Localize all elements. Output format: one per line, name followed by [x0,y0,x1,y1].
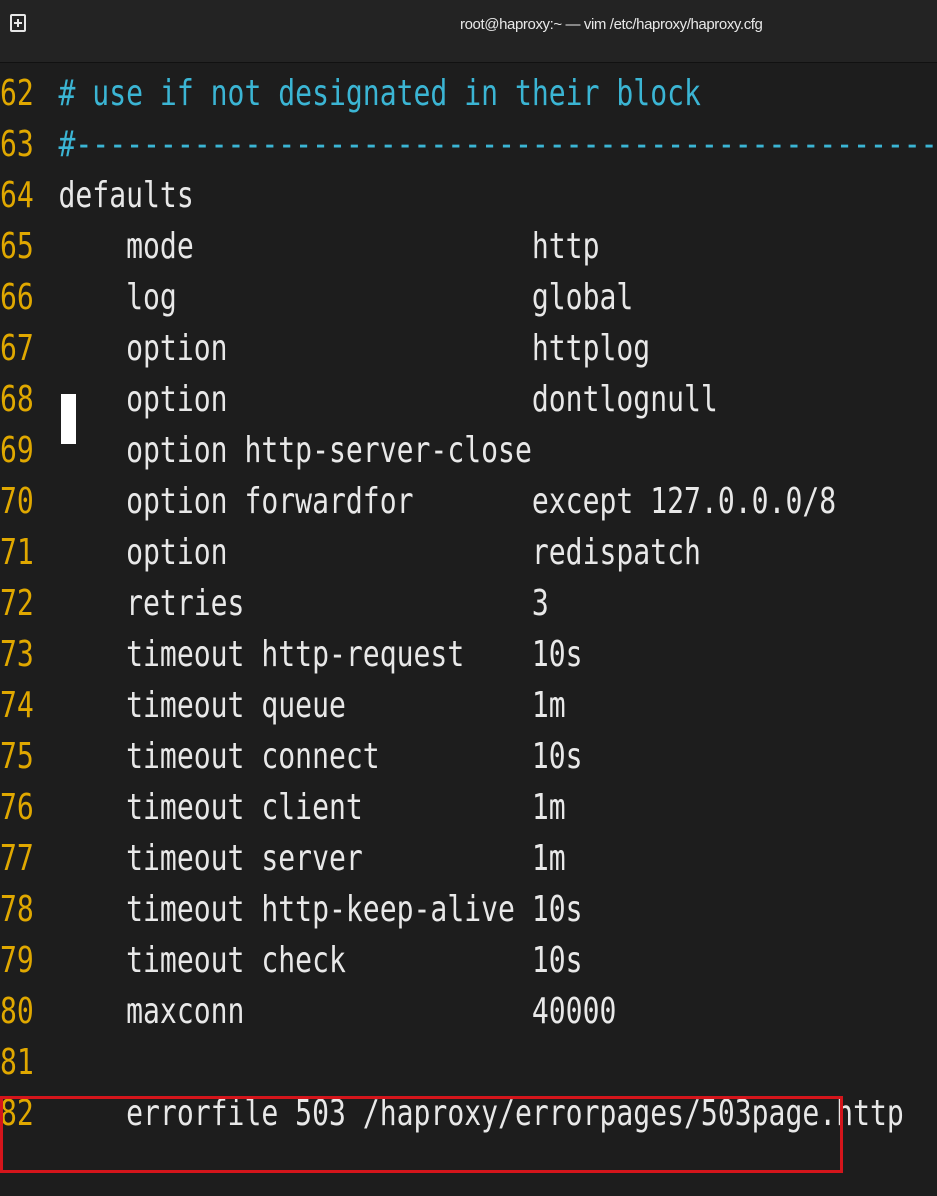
line-text: #---------------------------------------… [58,124,937,165]
line-text: option dontlognull [58,379,718,420]
line-number: 81 [0,1042,34,1083]
editor-line: 65 mode http [0,221,731,272]
editor-line: 81 [0,1037,731,1088]
editor-line: 66 log global [0,272,731,323]
title-bar: root@haproxy:~ — vim /etc/haproxy/haprox… [0,0,937,63]
editor-line: 71 option redispatch [0,527,731,578]
line-text: timeout queue 1m [58,685,566,726]
line-number: 79 [0,940,34,981]
line-number: 65 [0,226,34,267]
line-number: 63 [0,124,34,165]
line-text: timeout http-request 10s [58,634,583,675]
window-title: root@haproxy:~ — vim /etc/haproxy/haprox… [460,16,763,33]
editor-line: 62 # use if not designated in their block [0,68,731,119]
line-number: 77 [0,838,34,879]
editor-line: 67 option httplog [0,323,731,374]
line-number: 80 [0,991,34,1032]
line-number: 74 [0,685,34,726]
line-text: retries 3 [58,583,549,624]
line-text: maxconn 40000 [58,991,617,1032]
line-number: 67 [0,328,34,369]
line-text: timeout http-keep-alive 10s [58,889,583,930]
line-number: 68 [0,379,34,420]
line-number: 72 [0,583,34,624]
vim-editor[interactable]: 62 # use if not designated in their block… [0,68,937,1196]
line-text: timeout connect 10s [58,736,583,777]
editor-line: 69 option http-server-close [0,425,731,476]
line-text: option redispatch [58,532,701,573]
new-tab-icon[interactable] [10,14,26,32]
editor-line: 72 retries 3 [0,578,731,629]
line-number: 76 [0,787,34,828]
line-number: 71 [0,532,34,573]
editor-line: 76 timeout client 1m [0,782,731,833]
editor-line: 70 option forwardfor except 127.0.0.0/8 [0,476,836,527]
line-text: # use if not designated in their block [58,73,701,114]
line-text: timeout client 1m [58,787,566,828]
editor-line: 73 timeout http-request 10s [0,629,731,680]
line-number: 69 [0,430,34,471]
editor-line: 63 #-------------------------------------… [0,119,937,170]
line-number: 73 [0,634,34,675]
line-text: option http-server-close [58,430,532,471]
line-text: option forwardfor except 127.0.0.0/8 [58,481,837,522]
editor-line: 82 errorfile 503 /haproxy/errorpages/503… [0,1088,904,1139]
editor-line: 78 timeout http-keep-alive 10s [0,884,731,935]
line-text: log global [58,277,634,318]
editor-line: 79 timeout check 10s [0,935,731,986]
line-number: 82 [0,1093,34,1134]
line-number: 78 [0,889,34,930]
editor-line: 75 timeout connect 10s [0,731,731,782]
editor-line: 80 maxconn 40000 [0,986,731,1037]
editor-line: 64 defaults [0,170,731,221]
line-text: mode http [58,226,600,267]
line-text: defaults [58,175,194,216]
editor-line: 74 timeout queue 1m [0,680,731,731]
line-text: errorfile 503 /haproxy/errorpages/503pag… [58,1093,904,1134]
line-text: option httplog [58,328,651,369]
line-number: 70 [0,481,34,522]
line-text: timeout check 10s [58,940,583,981]
text-cursor [61,394,76,444]
line-number: 66 [0,277,34,318]
line-number: 75 [0,736,34,777]
editor-line: 68 option dontlognull [0,374,731,425]
line-number: 64 [0,175,34,216]
line-text: timeout server 1m [58,838,566,879]
editor-line: 77 timeout server 1m [0,833,731,884]
line-number: 62 [0,73,34,114]
